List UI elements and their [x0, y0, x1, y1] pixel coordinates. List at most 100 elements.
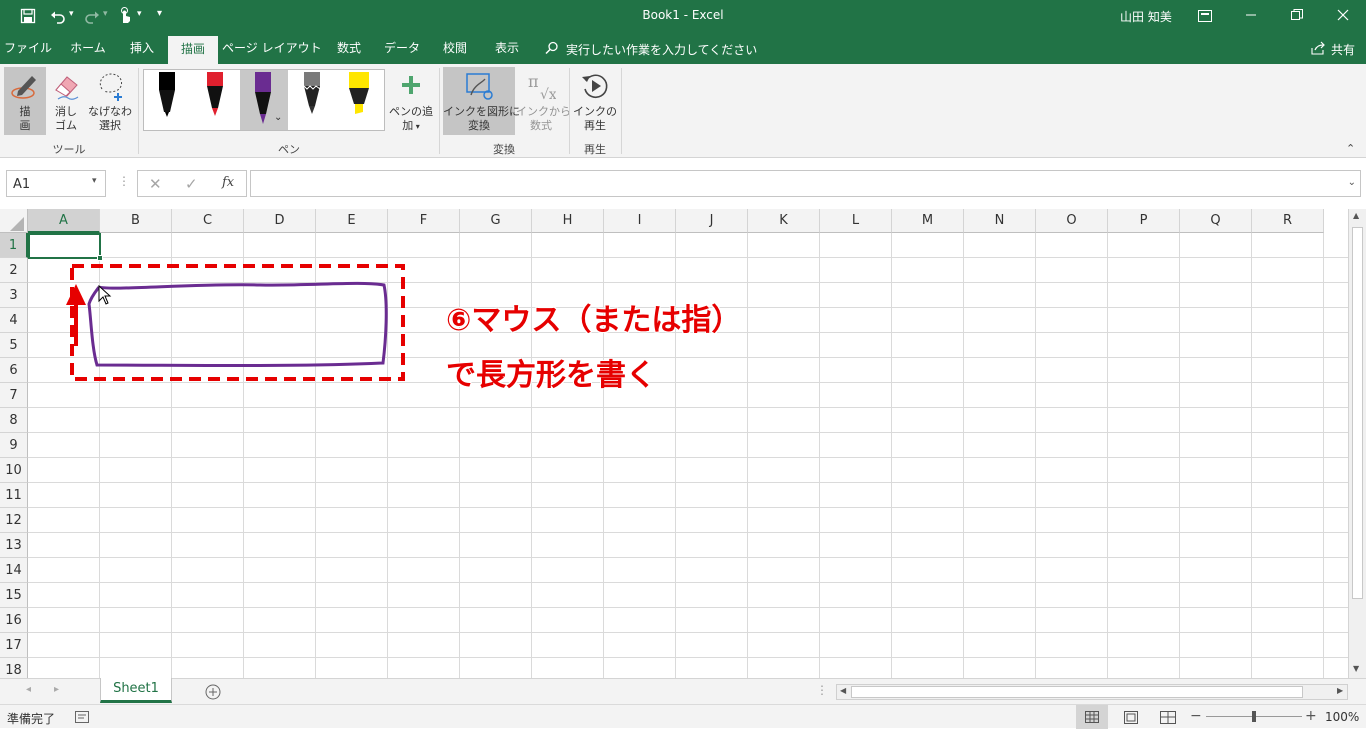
annotation-line2: で長方形を書く: [446, 358, 656, 393]
add-pen-button[interactable]: ペンの追 加 ▾: [388, 67, 434, 137]
expand-formula-bar-icon[interactable]: ⌄: [1348, 177, 1356, 188]
macro-record-icon[interactable]: [75, 711, 89, 723]
add-pen-plus-icon: [402, 76, 420, 94]
black-pen-icon[interactable]: [156, 72, 178, 118]
pen-gallery: ⌄: [143, 69, 385, 131]
red-arrow-head: [66, 284, 86, 305]
tab-page-layout[interactable]: ページ レイアウト: [222, 32, 322, 64]
title-bar: ▾ ▾ ▾ ▾ Book1 - Excel 山田 知美: [0, 0, 1366, 32]
add-pen-label: ペンの追 加 ▾: [389, 105, 433, 132]
lasso-label: なげなわ 選択: [88, 105, 132, 132]
tab-draw[interactable]: 描画: [168, 36, 218, 64]
tab-insert[interactable]: 挿入: [118, 32, 166, 64]
status-ready: 準備完了: [7, 712, 56, 726]
highlighter-icon[interactable]: [346, 72, 372, 118]
page-break-preview-icon[interactable]: [1160, 711, 1176, 724]
tools-group-label: ツール: [52, 143, 86, 156]
formula-input[interactable]: ⌄: [250, 170, 1361, 197]
ink-to-math-icon: π √x: [528, 72, 556, 101]
eraser-icon: [55, 76, 79, 100]
page-layout-view-icon[interactable]: [1124, 711, 1138, 724]
zoom-slider-thumb[interactable]: [1252, 711, 1256, 722]
group-separator: [138, 68, 139, 154]
tab-splitter-icon[interactable]: ⋮: [816, 683, 828, 697]
vertical-scrollbar[interactable]: ▲ ▼: [1348, 209, 1366, 678]
next-sheet-icon[interactable]: ▸: [54, 684, 59, 695]
user-name[interactable]: 山田 知美: [1120, 8, 1172, 25]
replay-group-label: 再生: [584, 143, 606, 156]
pen-options-dropdown-icon[interactable]: ⌄: [274, 112, 282, 123]
eraser-button[interactable]: 消し ゴム: [48, 67, 84, 135]
annotation-line1: ⑥マウス（または指）: [446, 303, 742, 338]
insert-function-icon[interactable]: fx: [222, 175, 234, 190]
normal-view-button[interactable]: [1076, 705, 1108, 729]
ink-to-math-label: インクから 数式: [516, 105, 571, 132]
replay-icon: [582, 74, 608, 98]
horizontal-scrollbar[interactable]: ◀ ▶: [836, 684, 1348, 700]
cancel-icon[interactable]: ✕: [149, 175, 162, 193]
ink-to-shape-button[interactable]: インクを図形に 変換: [443, 67, 520, 135]
eraser-label: 消し ゴム: [55, 105, 77, 132]
svg-text:√x: √x: [540, 87, 556, 101]
purple-pen-selected[interactable]: ⌄: [240, 70, 288, 130]
close-icon[interactable]: [1336, 8, 1350, 22]
normal-view-icon: [1085, 711, 1099, 723]
ink-to-math-button[interactable]: π √x インクから 数式: [516, 67, 571, 135]
lasso-icon: [99, 73, 123, 101]
svg-text:π: π: [528, 72, 539, 91]
restore-icon[interactable]: [1290, 8, 1304, 22]
share-icon: [1311, 41, 1325, 55]
name-box-value: A1: [13, 177, 31, 192]
pens-group-label: ペン: [278, 143, 300, 156]
ink-to-shape-icon: [466, 73, 493, 100]
formula-bar: A1 ▾ ⋮ ✕ ✓ fx ⌄: [0, 159, 1366, 209]
tab-review[interactable]: 校閲: [432, 32, 478, 64]
zoom-level[interactable]: 100%: [1325, 710, 1359, 724]
pencil-icon[interactable]: [301, 72, 323, 118]
tab-formulas[interactable]: 数式: [326, 32, 372, 64]
vertical-scroll-thumb[interactable]: [1352, 227, 1363, 599]
red-pen-icon[interactable]: [204, 72, 226, 118]
horizontal-scroll-thumb[interactable]: [851, 686, 1303, 698]
tab-file[interactable]: ファイル: [0, 32, 56, 64]
purple-pen-icon: [255, 72, 271, 124]
annotation-layer: [66, 264, 405, 381]
draw-button[interactable]: 描画: [4, 67, 46, 135]
sheet-tab-bar: ◂ ▸ Sheet1 ⋮ ◀ ▶: [0, 678, 1366, 704]
scroll-up-icon[interactable]: ▲: [1353, 211, 1359, 220]
tab-view[interactable]: 表示: [484, 32, 530, 64]
name-box[interactable]: A1 ▾: [6, 170, 106, 197]
zoom-out-icon[interactable]: −: [1190, 708, 1202, 724]
ribbon-tabs: ファイル ホーム 挿入 描画 ページ レイアウト 数式 データ 校閲 表示 実行…: [0, 32, 1366, 64]
ink-replay-button[interactable]: インクの 再生: [573, 67, 617, 135]
name-box-dropdown-icon[interactable]: ▾: [92, 176, 97, 186]
ribbon-display-options-icon[interactable]: [1198, 10, 1212, 22]
scroll-right-icon[interactable]: ▶: [1337, 686, 1343, 695]
new-sheet-icon[interactable]: [205, 684, 221, 700]
search-icon: [545, 41, 558, 55]
ink-replay-label: インクの 再生: [573, 105, 617, 132]
share-button[interactable]: 共有: [1331, 41, 1355, 58]
ink-to-shape-label: インクを図形に 変換: [443, 105, 520, 132]
status-bar: 準備完了 − + 100%: [0, 704, 1366, 729]
draw-pen-icon: [11, 76, 36, 99]
purple-ink-rectangle: [87, 281, 388, 367]
collapse-ribbon-icon[interactable]: ⌃: [1346, 142, 1355, 155]
scroll-left-icon[interactable]: ◀: [840, 686, 846, 695]
tell-me-input[interactable]: 実行したい作業を入力してください: [566, 41, 757, 58]
zoom-in-icon[interactable]: +: [1305, 708, 1317, 724]
worksheet-grid[interactable]: ABCDEFGHIJKLMNOPQR 1 2 3 4 5 6 7 8 9 10 11 12 13 14 15…: [0, 209, 1366, 678]
scroll-down-icon[interactable]: ▼: [1353, 664, 1359, 673]
convert-group-label: 変換: [493, 143, 515, 156]
enter-icon[interactable]: ✓: [185, 175, 198, 193]
draw-label: 描画: [19, 105, 31, 132]
lasso-select-button[interactable]: なげなわ 選択: [86, 67, 134, 135]
group-separator: [621, 68, 622, 154]
tab-home[interactable]: ホーム: [60, 32, 116, 64]
formula-bar-splitter-icon[interactable]: ⋮: [118, 174, 130, 188]
prev-sheet-icon[interactable]: ◂: [26, 684, 31, 695]
sheet-tab-sheet1[interactable]: Sheet1: [100, 678, 172, 703]
minimize-icon[interactable]: [1244, 8, 1258, 22]
draw-ribbon: 描画 消し ゴム なげなわ 選択 ツール ⌄ ペンの追 加 ▾ ペン インクを図…: [0, 64, 1366, 158]
tab-data[interactable]: データ: [378, 32, 426, 64]
